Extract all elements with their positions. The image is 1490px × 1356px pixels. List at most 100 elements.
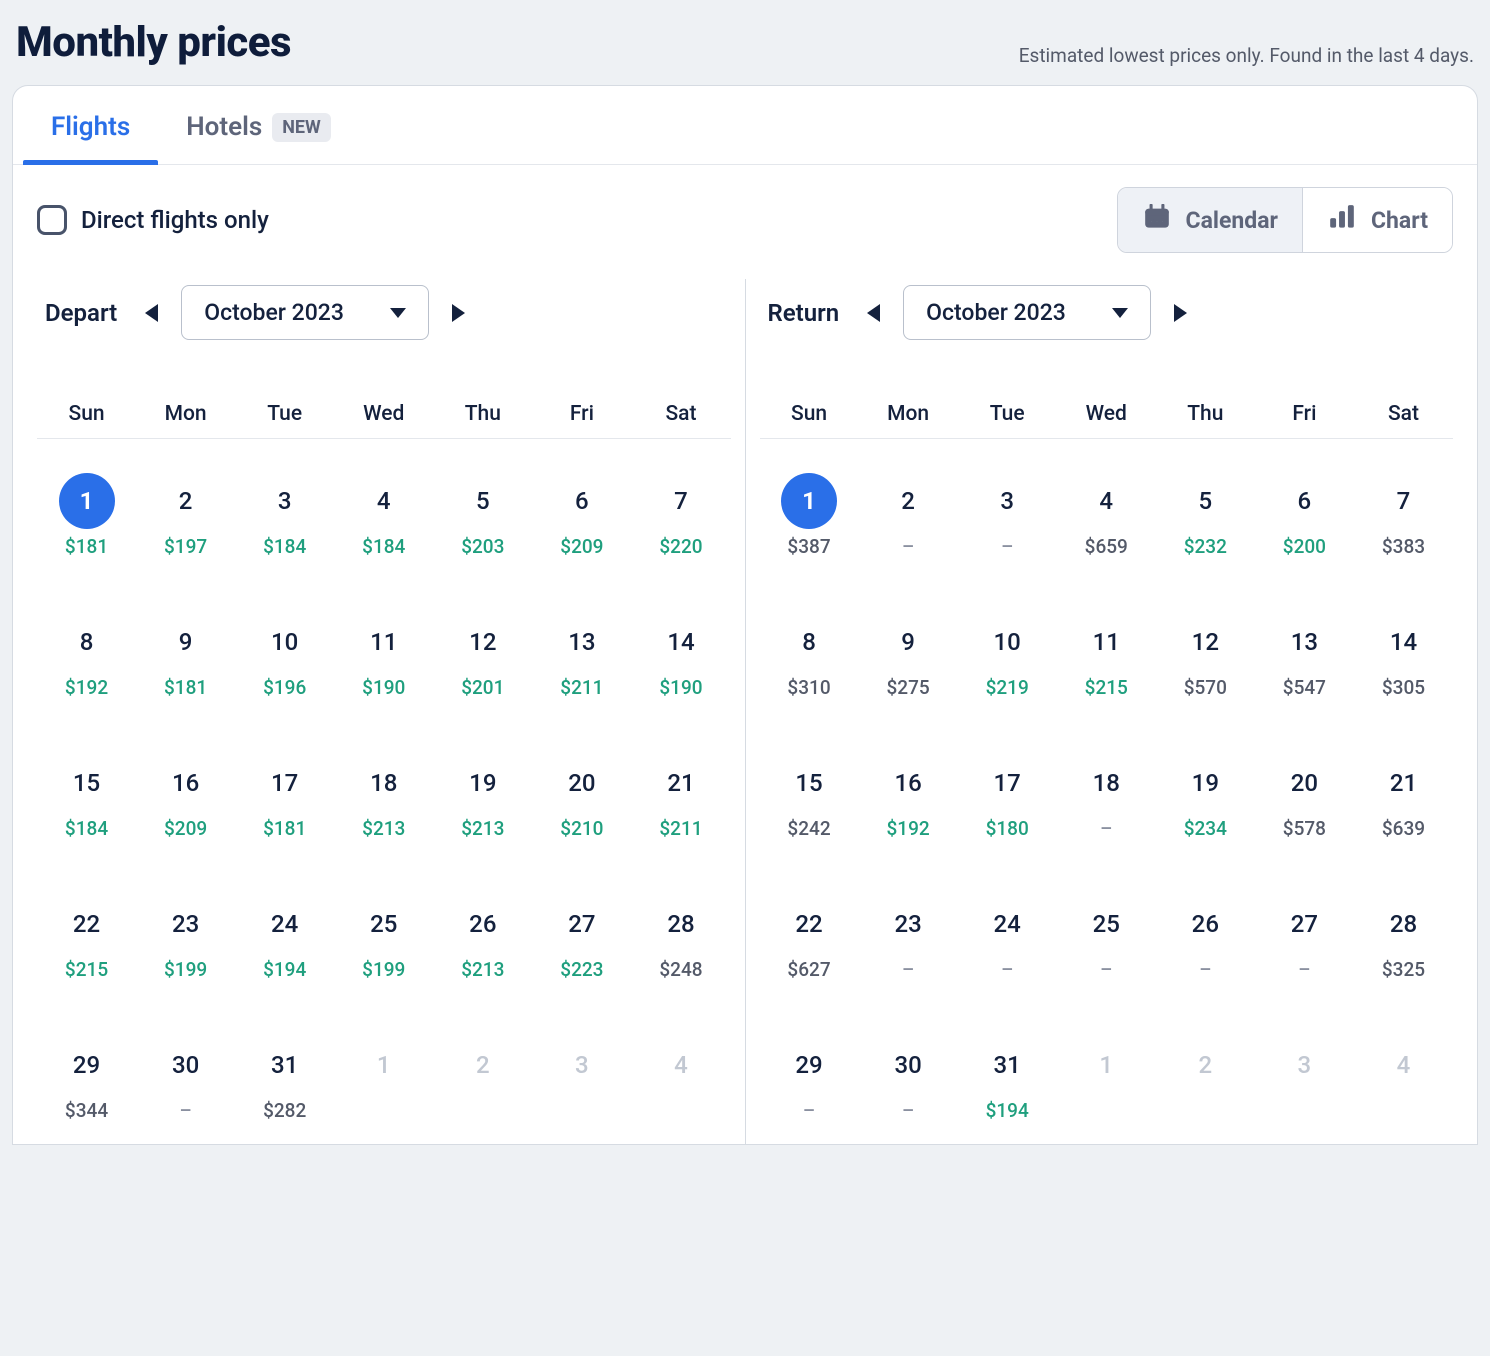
- depart-day-cell[interactable]: 6$209: [532, 439, 631, 580]
- depart-day-cell[interactable]: 2$197: [136, 439, 235, 580]
- depart-day-cell[interactable]: 10$196: [235, 580, 334, 721]
- return-day-cell[interactable]: 15$242: [760, 721, 859, 862]
- return-day-cell[interactable]: 12$570: [1156, 580, 1255, 721]
- return-day-cell[interactable]: 7$383: [1354, 439, 1453, 580]
- return-day-cell[interactable]: 16$192: [859, 721, 958, 862]
- return-day-cell[interactable]: 25–: [1057, 862, 1156, 1003]
- return-day-cell[interactable]: 11$215: [1057, 580, 1156, 721]
- day-number: 10: [979, 614, 1035, 670]
- return-day-cell[interactable]: 22$627: [760, 862, 859, 1003]
- return-day-cell[interactable]: 8$310: [760, 580, 859, 721]
- return-day-cell[interactable]: 21$639: [1354, 721, 1453, 862]
- day-price: –: [760, 1099, 859, 1122]
- day-number: 1: [59, 473, 115, 529]
- depart-day-cell[interactable]: 3$184: [235, 439, 334, 580]
- depart-calendar: Depart October 2023 SunMonTueWedThuFriSa…: [23, 279, 745, 1144]
- depart-day-cell[interactable]: 8$192: [37, 580, 136, 721]
- return-day-cell[interactable]: 29–: [760, 1003, 859, 1144]
- depart-month-select[interactable]: October 2023: [181, 285, 429, 340]
- return-day-cell[interactable]: 26–: [1156, 862, 1255, 1003]
- return-day-cell[interactable]: 24–: [958, 862, 1057, 1003]
- depart-day-cell[interactable]: 11$190: [334, 580, 433, 721]
- day-price: –: [136, 1099, 235, 1122]
- depart-day-cell[interactable]: 13$211: [532, 580, 631, 721]
- return-month-select[interactable]: October 2023: [903, 285, 1151, 340]
- depart-day-cell[interactable]: 1$181: [37, 439, 136, 580]
- depart-day-cell[interactable]: 28$248: [631, 862, 730, 1003]
- return-day-cell[interactable]: 6$200: [1255, 439, 1354, 580]
- return-day-cell[interactable]: 1$387: [760, 439, 859, 580]
- return-day-cell[interactable]: 23–: [859, 862, 958, 1003]
- return-day-cell[interactable]: 27–: [1255, 862, 1354, 1003]
- return-next-month-button[interactable]: [1169, 301, 1193, 325]
- dow-label: Sun: [760, 402, 859, 426]
- day-number: 21: [653, 755, 709, 811]
- return-day-cell[interactable]: 3–: [958, 439, 1057, 580]
- view-calendar-button[interactable]: Calendar: [1118, 188, 1302, 252]
- depart-next-month-button[interactable]: [447, 301, 471, 325]
- depart-day-cell[interactable]: 4$184: [334, 439, 433, 580]
- return-calendar: Return October 2023 SunMonTueWedThuFriSa…: [745, 279, 1468, 1144]
- day-number: 8: [59, 614, 115, 670]
- depart-day-cell[interactable]: 16$209: [136, 721, 235, 862]
- day-price: $242: [760, 817, 859, 840]
- tab-flights[interactable]: Flights: [23, 86, 158, 164]
- day-number: 18: [356, 755, 412, 811]
- depart-day-cell[interactable]: 27$223: [532, 862, 631, 1003]
- return-day-cell[interactable]: 9$275: [859, 580, 958, 721]
- return-day-cell[interactable]: 10$219: [958, 580, 1057, 721]
- depart-day-cell[interactable]: 23$199: [136, 862, 235, 1003]
- bar-chart-icon: [1327, 204, 1357, 236]
- day-number: 31: [979, 1037, 1035, 1093]
- return-day-cell[interactable]: 20$578: [1255, 721, 1354, 862]
- depart-day-cell[interactable]: 26$213: [433, 862, 532, 1003]
- day-price: $570: [1156, 676, 1255, 699]
- depart-day-cell[interactable]: 7$220: [631, 439, 730, 580]
- return-day-cell[interactable]: 14$305: [1354, 580, 1453, 721]
- depart-day-cell[interactable]: 19$213: [433, 721, 532, 862]
- return-dow-row: SunMonTueWedThuFriSat: [760, 402, 1454, 439]
- depart-day-cell[interactable]: 14$190: [631, 580, 730, 721]
- return-day-cell[interactable]: 18–: [1057, 721, 1156, 862]
- day-number: 10: [257, 614, 313, 670]
- depart-day-cell[interactable]: 5$203: [433, 439, 532, 580]
- depart-day-cell[interactable]: 9$181: [136, 580, 235, 721]
- return-day-cell[interactable]: 17$180: [958, 721, 1057, 862]
- return-day-cell[interactable]: 19$234: [1156, 721, 1255, 862]
- return-day-cell[interactable]: 2–: [859, 439, 958, 580]
- depart-prev-month-button[interactable]: [139, 301, 163, 325]
- direct-flights-label: Direct flights only: [81, 206, 269, 234]
- depart-day-cell[interactable]: 20$210: [532, 721, 631, 862]
- depart-day-cell[interactable]: 12$201: [433, 580, 532, 721]
- return-day-cell[interactable]: 13$547: [1255, 580, 1354, 721]
- return-day-cell[interactable]: 28$325: [1354, 862, 1453, 1003]
- new-badge: NEW: [272, 113, 331, 142]
- return-prev-month-button[interactable]: [861, 301, 885, 325]
- day-price: $194: [958, 1099, 1057, 1122]
- day-number: 9: [158, 614, 214, 670]
- depart-day-cell[interactable]: 17$181: [235, 721, 334, 862]
- day-number: 4: [1375, 1037, 1431, 1093]
- depart-day-cell[interactable]: 22$215: [37, 862, 136, 1003]
- return-day-cell[interactable]: 5$232: [1156, 439, 1255, 580]
- return-day-cell[interactable]: 31 $194: [958, 1003, 1057, 1144]
- day-number: 13: [554, 614, 610, 670]
- depart-day-cell[interactable]: 15$184: [37, 721, 136, 862]
- depart-days-grid: 1$1812$1973$1844$1845$2036$2097$220 8$192…: [37, 439, 731, 1144]
- depart-day-cell[interactable]: 29$344: [37, 1003, 136, 1144]
- day-price: $211: [631, 817, 730, 840]
- day-number: 30: [158, 1037, 214, 1093]
- depart-day-cell[interactable]: 31$282: [235, 1003, 334, 1144]
- depart-day-cell[interactable]: 21 $211: [631, 721, 730, 862]
- direct-flights-checkbox[interactable]: Direct flights only: [37, 205, 269, 235]
- depart-day-cell[interactable]: 18$213: [334, 721, 433, 862]
- return-day-cell[interactable]: 4$659: [1057, 439, 1156, 580]
- depart-day-cell[interactable]: 25$199: [334, 862, 433, 1003]
- tab-hotels[interactable]: Hotels NEW: [158, 86, 359, 164]
- day-number: 28: [1375, 896, 1431, 952]
- depart-day-cell[interactable]: 30 –: [136, 1003, 235, 1144]
- day-price: $220: [631, 535, 730, 558]
- depart-day-cell[interactable]: 24$194: [235, 862, 334, 1003]
- return-day-cell[interactable]: 30–: [859, 1003, 958, 1144]
- view-chart-button[interactable]: Chart: [1302, 188, 1452, 252]
